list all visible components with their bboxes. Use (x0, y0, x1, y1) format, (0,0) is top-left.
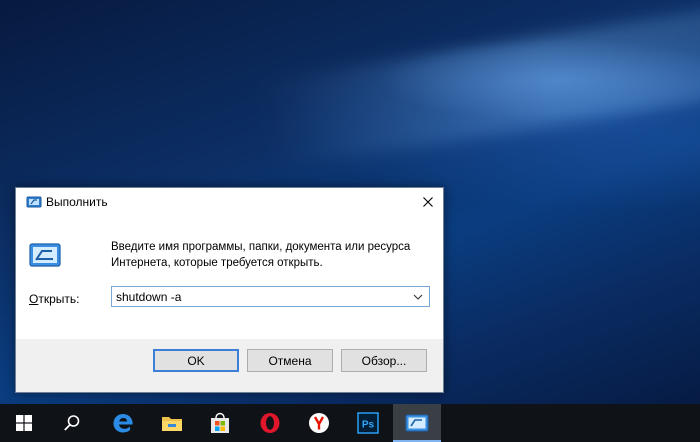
taskbar-edge[interactable] (99, 404, 147, 442)
yandex-browser-icon (309, 413, 329, 433)
taskbar-run-dialog[interactable] (393, 404, 441, 442)
opera-browser-icon (260, 413, 280, 433)
ok-button[interactable]: OK (153, 349, 239, 372)
taskbar-file-explorer[interactable] (148, 404, 196, 442)
open-label-text: ткрыть: (38, 292, 80, 306)
cancel-button[interactable]: Отмена (247, 349, 333, 372)
photoshop-icon: Ps (357, 412, 379, 434)
taskbar-store[interactable] (196, 404, 244, 442)
close-button[interactable] (413, 188, 443, 216)
command-combobox[interactable] (111, 286, 430, 307)
dialog-title: Выполнить (46, 195, 108, 209)
taskbar-photoshop[interactable]: Ps (344, 404, 392, 442)
open-label-accelerator: О (29, 292, 39, 306)
taskbar-yandex[interactable] (295, 404, 343, 442)
close-icon (423, 197, 433, 207)
dialog-content: Введите имя программы, папки, документа … (16, 216, 443, 339)
edge-browser-icon (113, 414, 133, 433)
windows-start-icon (16, 415, 32, 431)
photoshop-icon-label: Ps (362, 420, 375, 431)
start-button[interactable] (0, 404, 48, 442)
taskbar: Ps (0, 404, 700, 442)
open-label: Открыть: (29, 292, 79, 306)
dropdown-button[interactable] (409, 287, 427, 306)
wallpaper-light-beam (256, 0, 700, 171)
run-large-icon (29, 243, 61, 267)
taskbar-search-button[interactable] (48, 404, 96, 442)
browse-button[interactable]: Обзор... (341, 349, 427, 372)
run-dialog: Выполнить Введите имя программы, папки, … (15, 187, 444, 393)
command-input[interactable] (112, 287, 410, 306)
run-dialog-icon (405, 414, 429, 432)
search-icon (64, 415, 80, 431)
dialog-titlebar[interactable]: Выполнить (16, 188, 443, 216)
chevron-down-icon (413, 294, 423, 300)
file-explorer-icon (162, 417, 182, 431)
taskbar-opera[interactable] (246, 404, 294, 442)
run-app-icon (26, 196, 42, 208)
instruction-text: Введите имя программы, папки, документа … (111, 241, 411, 269)
store-icon (211, 412, 229, 433)
